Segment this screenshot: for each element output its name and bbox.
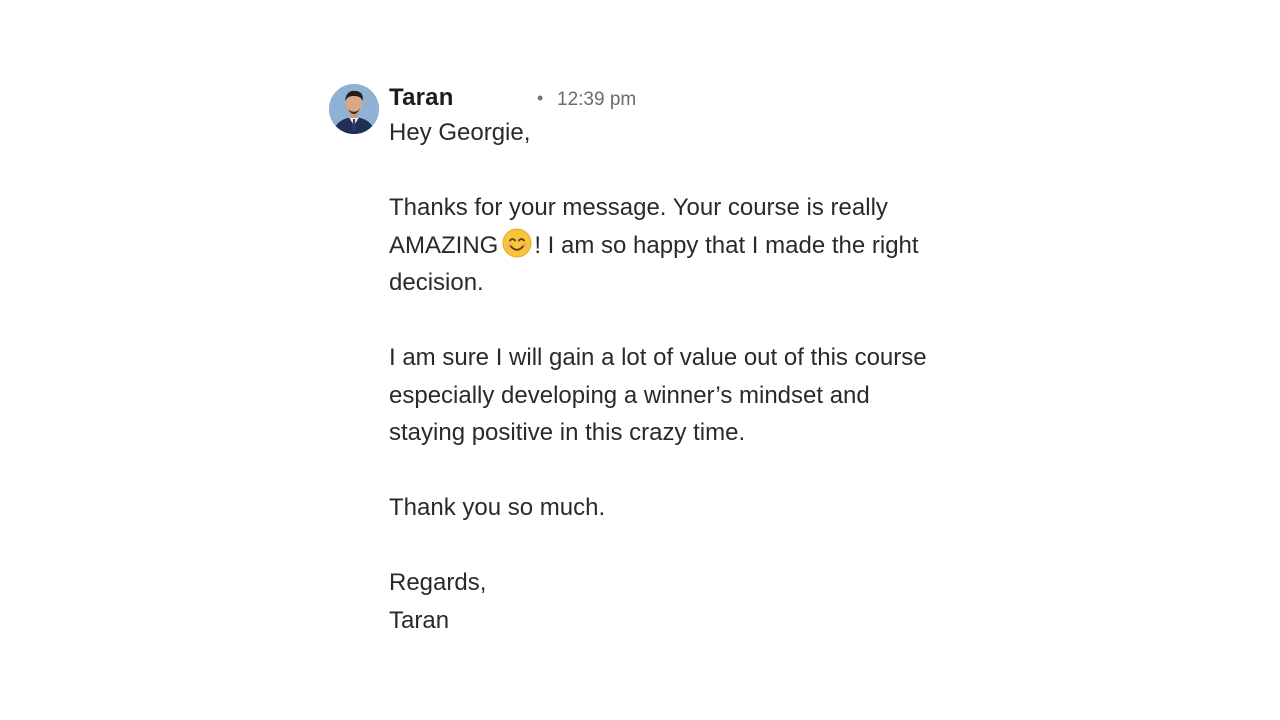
closing: Regards, [389,569,487,596]
avatar-image [329,84,379,134]
message-content: Taran • 12:39 pm Hey Georgie, Thanks for… [389,82,949,639]
separator-dot: • [537,88,544,108]
paragraph-2: I am sure I will gain a lot of value out… [389,344,927,446]
signature: Taran [389,606,450,634]
greeting: Hey Georgie, [389,119,531,146]
paragraph-1: Thanks for your message. Your course is … [389,189,949,302]
message-header: Taran • 12:39 pm [389,82,949,114]
message-body: Hey Georgie, Thanks for your message. Yo… [389,114,949,639]
timestamp: 12:39 pm [557,89,637,110]
smiling-face-emoji-icon [502,228,532,258]
paragraph-3: Thank you so much. [389,494,606,521]
sender-name[interactable]: Taran [389,84,454,112]
avatar[interactable] [329,84,379,134]
